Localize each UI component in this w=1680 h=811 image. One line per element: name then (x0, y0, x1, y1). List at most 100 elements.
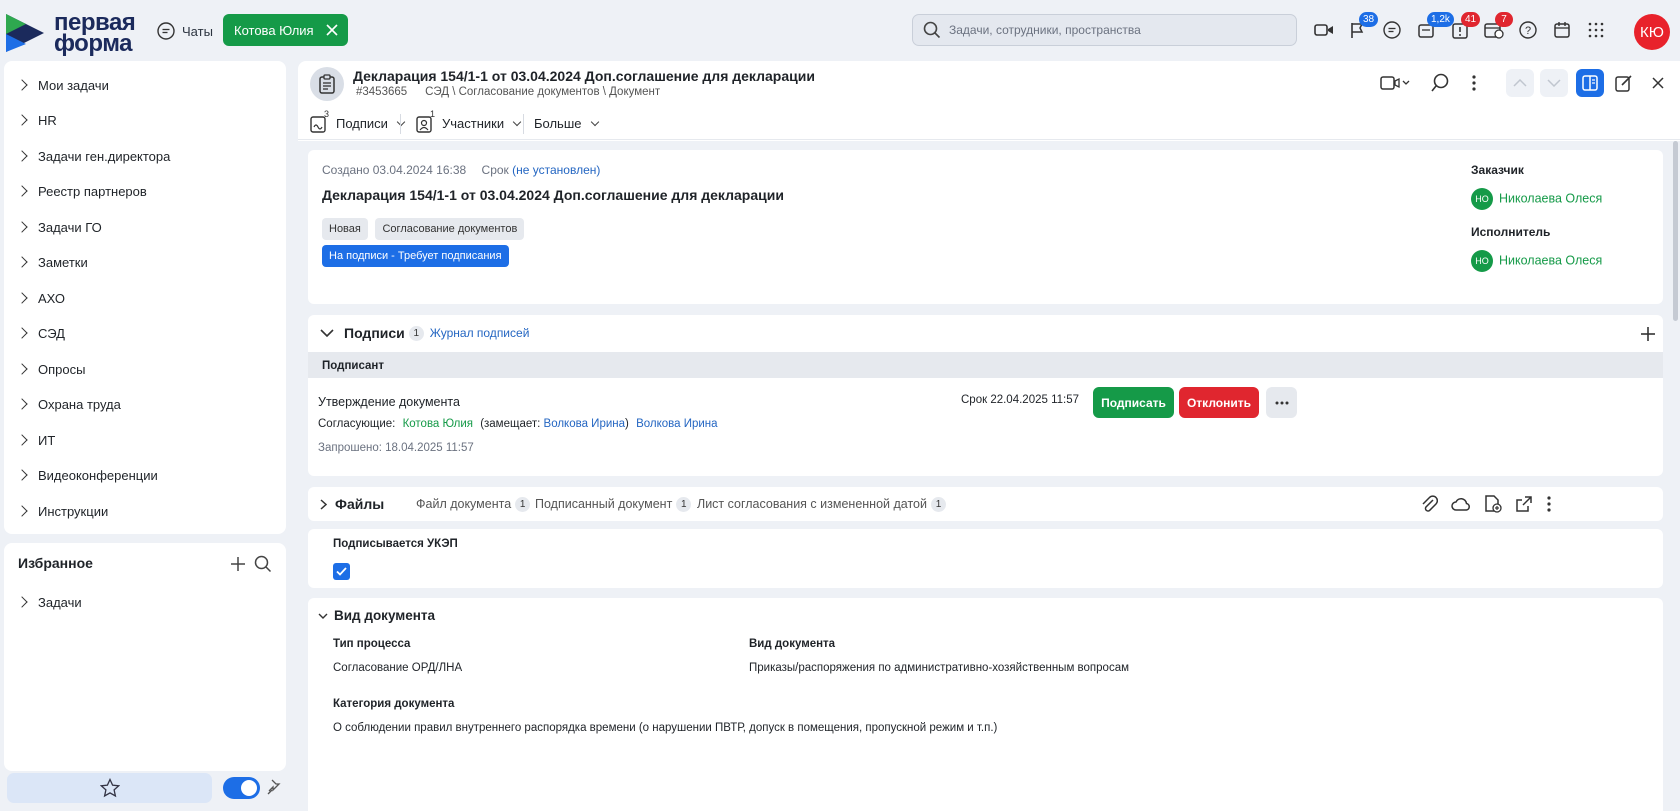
sidebar-footer (4, 771, 286, 807)
star-icon (99, 778, 120, 798)
sidebar-item-sed[interactable]: СЭД (4, 318, 286, 348)
sign-deadline: Срок 22.04.2025 11:57 (961, 394, 1079, 406)
task-meta: Создано 03.04.2024 16:38 Срок (не устано… (322, 163, 600, 177)
pin-icon[interactable] (267, 779, 281, 795)
logo-text: первая форма (54, 9, 136, 57)
file-tab-approval-sheet[interactable]: Лист согласования с измененной датой 1 (697, 497, 946, 513)
logo-mark-icon (6, 14, 44, 52)
doc-type-title: Вид документа (334, 608, 436, 623)
sidebar-item-surveys[interactable]: Опросы (4, 354, 286, 384)
content-scrollbar[interactable] (1673, 141, 1678, 321)
signatures-count: 3 (324, 109, 330, 119)
deadline-value[interactable]: (не установлен) (512, 163, 600, 177)
paperclip-icon[interactable] (1420, 494, 1438, 514)
files-header[interactable]: Файлы (320, 496, 384, 512)
sign-more-button[interactable] (1266, 387, 1297, 418)
customer-name[interactable]: Николаева Олеся (1499, 191, 1602, 205)
close-panel-button[interactable] (1644, 69, 1672, 97)
next-task-button[interactable] (1540, 69, 1568, 97)
chevron-right-icon (16, 398, 28, 410)
sidebar-item-partners[interactable]: Реестр партнеров (4, 176, 286, 206)
created-date: Создано 03.04.2024 16:38 (322, 163, 467, 177)
tag-process[interactable]: Согласование документов (375, 218, 525, 240)
approver-name[interactable]: Котова Юлия (403, 418, 473, 430)
video-menu-button[interactable] (1376, 69, 1414, 97)
calendar-icon[interactable] (1548, 16, 1576, 44)
status-badge[interactable]: На подписи - Требует подписания (322, 245, 509, 267)
more-button[interactable] (1460, 69, 1488, 97)
favorites-item-label: Задачи (38, 594, 82, 610)
chevron-up-icon (1513, 79, 1527, 87)
sidebar-item-ceo-tasks[interactable]: Задачи ген.директора (4, 141, 286, 171)
search-box[interactable] (912, 14, 1297, 46)
calendar-check-icon[interactable]: 7 (1480, 12, 1513, 44)
help-icon[interactable]: ? (1514, 16, 1542, 44)
previous-task-button[interactable] (1506, 69, 1534, 97)
apps-grid-icon[interactable] (1582, 16, 1610, 44)
edit-icon (1615, 75, 1632, 92)
alert-icon[interactable]: 41 (1446, 12, 1481, 44)
app-logo[interactable]: первая форма (4, 9, 144, 57)
sidebar-item-go-tasks[interactable]: Задачи ГО (4, 212, 286, 242)
chevron-down-icon (512, 117, 522, 126)
sidebar-item-label: HR (38, 112, 57, 128)
participants-dropdown[interactable]: 1 Участники (416, 109, 522, 134)
task-header: Декларация 154/1-1 от 03.04.2024 Доп.сог… (298, 61, 1680, 105)
task-path[interactable]: СЭД \ Согласование документов \ Документ (425, 86, 660, 98)
favorites-star-button[interactable] (7, 773, 212, 803)
requested-date: Запрошено: 18.04.2025 11:57 (318, 442, 474, 454)
customer[interactable]: НО Николаева Олеся (1471, 188, 1602, 210)
executor-name[interactable]: Николаева Олеся (1499, 253, 1602, 267)
doc-type-header[interactable]: Вид документа (318, 608, 435, 623)
task-info-card: Создано 03.04.2024 16:38 Срок (не устано… (308, 150, 1663, 304)
sidebar-item-label: Мои задачи (38, 77, 109, 93)
file-tab-document[interactable]: Файл документа 1 (416, 497, 531, 513)
video-call-icon[interactable] (1310, 16, 1338, 44)
add-icon[interactable] (1641, 327, 1655, 341)
file-tab-signed[interactable]: Подписанный документ 1 (535, 497, 692, 513)
signatures-journal-link[interactable]: Журнал подписей (430, 326, 530, 340)
replaced-name[interactable]: Волкова Ирина (544, 418, 625, 430)
search-input[interactable] (949, 23, 1279, 37)
sign-icon[interactable]: 1,2k (1412, 12, 1454, 44)
chats-button[interactable]: Чаты (156, 20, 213, 42)
user-chip[interactable]: Котова Юлия (223, 14, 348, 46)
split-view-button[interactable] (1576, 69, 1604, 97)
reject-button[interactable]: Отклонить (1179, 387, 1259, 418)
add-icon[interactable] (230, 556, 246, 572)
cloud-icon[interactable] (1451, 496, 1471, 512)
sidebar-item-aho[interactable]: АХО (4, 283, 286, 313)
approver2-name[interactable]: Волкова Ирина (636, 418, 717, 430)
sidebar-item-safety[interactable]: Охрана труда (4, 389, 286, 419)
chevron-right-icon (320, 498, 327, 510)
user-avatar[interactable]: КЮ (1634, 14, 1670, 50)
close-icon (1652, 77, 1664, 89)
sidebar-item-instructions[interactable]: Инструкции (4, 496, 286, 526)
sidebar-item-it[interactable]: ИТ (4, 425, 286, 455)
sidebar-item-video[interactable]: Видеоконференции (4, 460, 286, 490)
tag-status-new[interactable]: Новая (322, 218, 368, 240)
sidebar-item-my-tasks[interactable]: Мои задачи (4, 70, 286, 100)
search-icon[interactable] (254, 555, 272, 573)
signatures-dropdown[interactable]: 3 Подписи (310, 109, 406, 134)
external-link-icon[interactable] (1515, 495, 1533, 513)
task-subtitle: #3453665 СЭД \ Согласование документов \ … (356, 86, 660, 98)
ukep-checkbox[interactable] (333, 563, 350, 580)
chevron-right-icon (16, 469, 28, 481)
sidebar-item-notes[interactable]: Заметки (4, 247, 286, 277)
favorites-item-tasks[interactable]: Задачи (4, 587, 286, 617)
signatures-header[interactable]: Подписи 1 Журнал подписей (320, 325, 529, 341)
sidebar-item-hr[interactable]: HR (4, 105, 286, 135)
comments-button[interactable] (1426, 69, 1454, 97)
chat-bubble-icon[interactable] (1378, 16, 1406, 44)
sidebar-toggle[interactable] (223, 777, 260, 799)
more-dropdown[interactable]: Больше (534, 112, 599, 134)
executor[interactable]: НО Николаева Олеся (1471, 250, 1602, 272)
sign-button[interactable]: Подписать (1093, 387, 1174, 418)
more-vertical-icon[interactable] (1547, 496, 1551, 512)
edit-button[interactable] (1610, 69, 1638, 97)
close-icon[interactable] (326, 24, 338, 36)
flag-icon[interactable]: 38 (1344, 12, 1379, 44)
sign-row-approvers: Согласующие: Котова Юлия (замещает: Волк… (318, 418, 718, 430)
add-file-icon[interactable] (1483, 494, 1503, 514)
